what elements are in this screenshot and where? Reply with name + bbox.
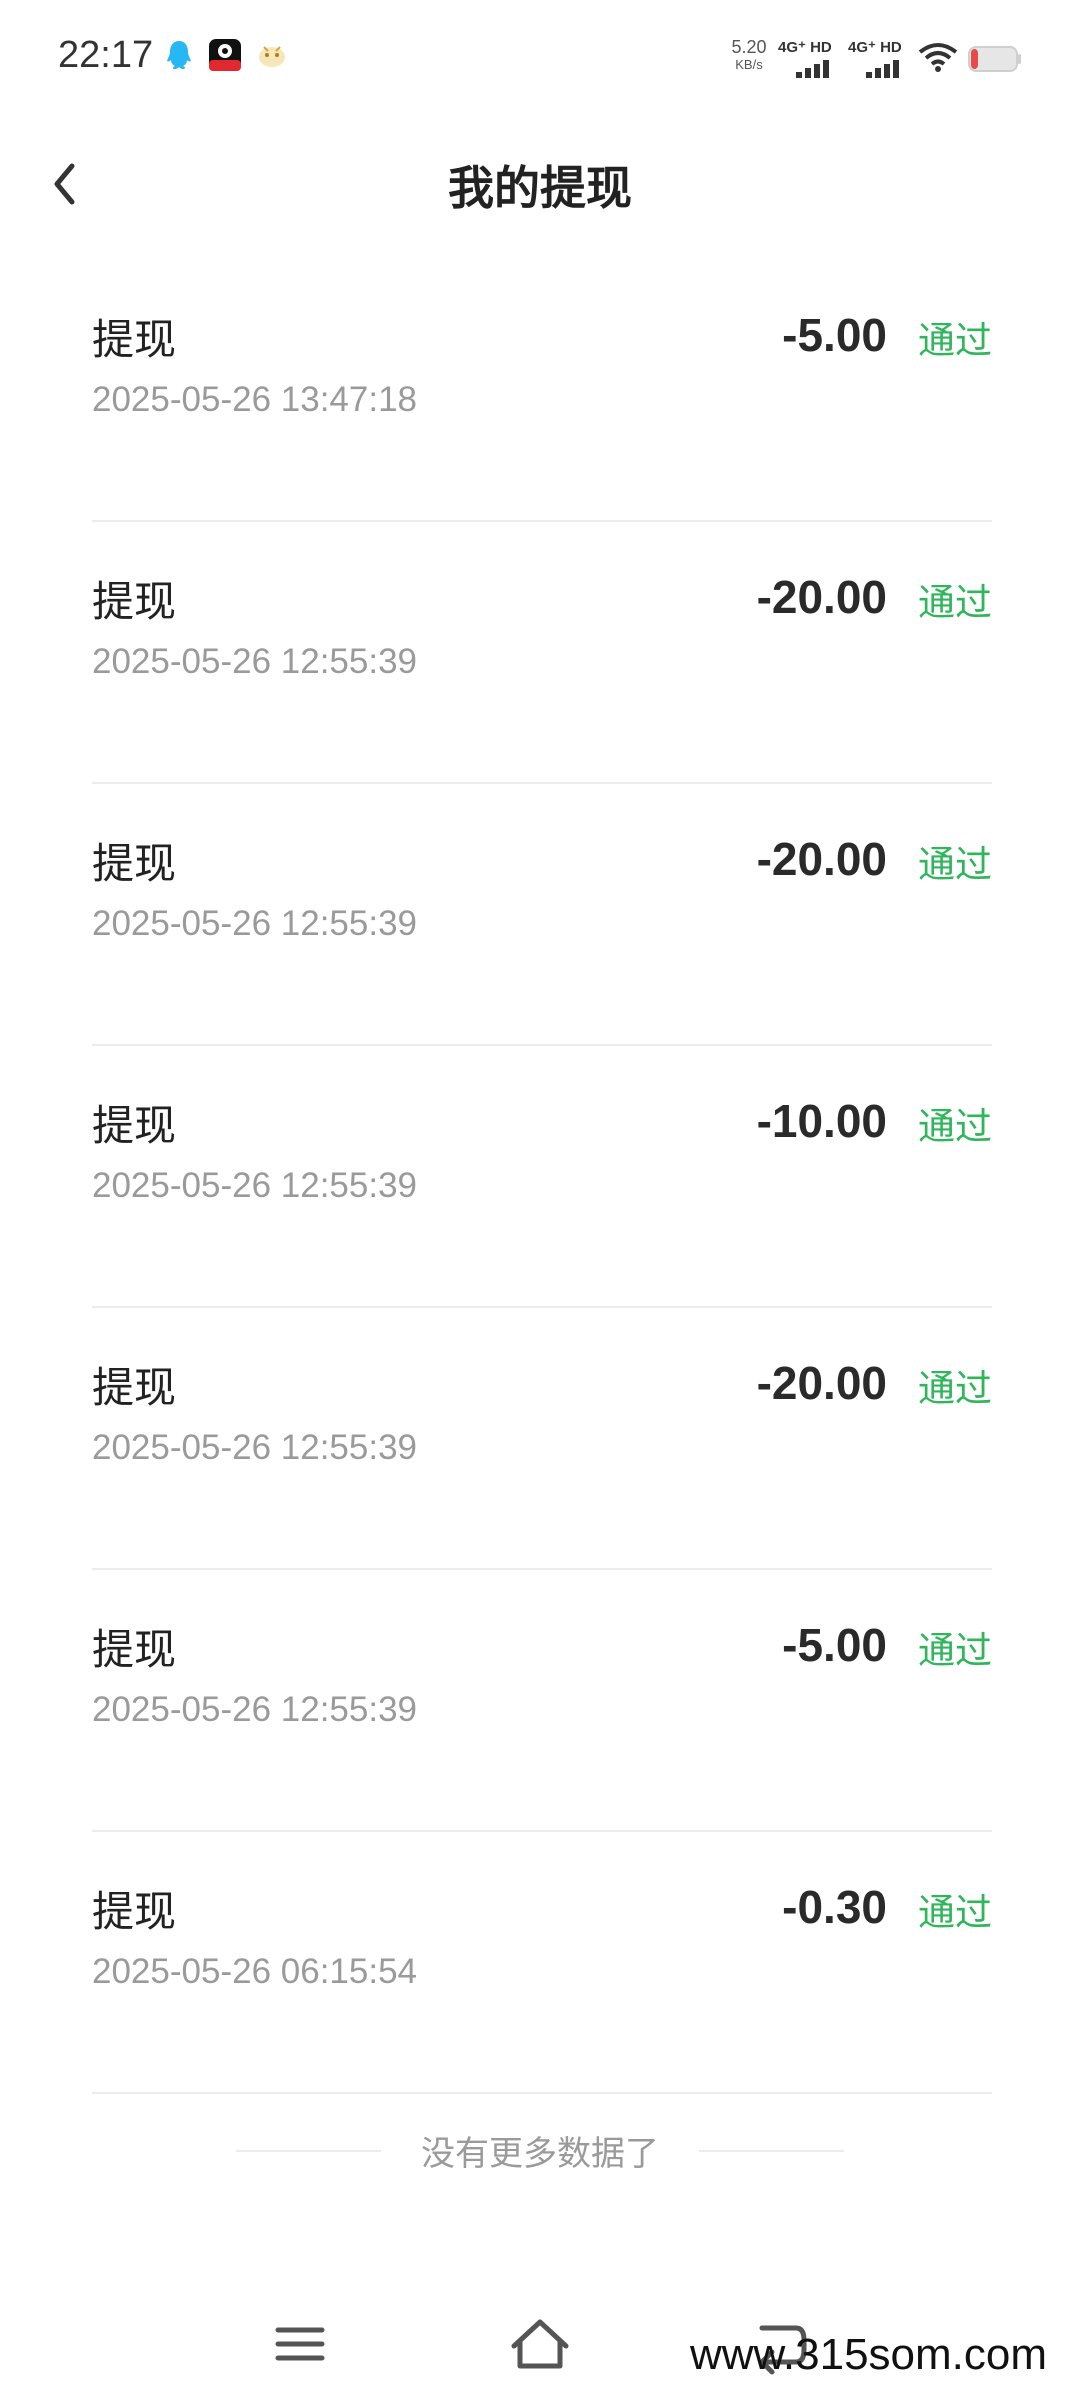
home-button[interactable] [500,2310,580,2380]
status-badge: 通过 [918,581,992,624]
app-icon-2 [255,38,289,72]
network-speed: 5.20 KB/s [726,38,772,71]
network-speed-unit: KB/s [735,57,763,72]
network-speed-value: 5.20 [731,37,767,57]
item-date: 2025-05-26 12:55:39 [92,1166,417,1205]
watermark-text: www.315som.com [690,2330,1048,2379]
list-item[interactable]: 提现 2025-05-26 06:15:54 -0.30 通过 [92,1832,992,2094]
list-item[interactable]: 提现 2025-05-26 13:47:18 -5.00 通过 [92,260,992,522]
item-date: 2025-05-26 12:55:39 [92,642,417,681]
signal-label: 4G⁺ HD [848,39,902,56]
list-item[interactable]: 提现 2025-05-26 12:55:39 -5.00 通过 [92,1570,992,1832]
battery-icon [968,46,1022,72]
item-date: 2025-05-26 12:55:39 [92,1690,417,1729]
app-header: 我的提现 [0,120,1080,250]
item-amount: -20.00 [756,833,887,885]
list-end-hint: 没有更多数据了 [236,2112,844,2192]
signal-icon: 4G⁺ HD [778,38,842,78]
status-badge: 通过 [918,1367,992,1410]
item-title: 提现 [92,1625,177,1674]
list-item[interactable]: 提现 2025-05-26 12:55:39 -20.00 通过 [92,1308,992,1570]
status-badge: 通过 [918,1891,992,1934]
list-item[interactable]: 提现 2025-05-26 12:55:39 -20.00 通过 [92,522,992,784]
wifi-icon [918,42,958,72]
withdrawal-list: 提现 2025-05-26 13:47:18 -5.00 通过 提现 2025-… [92,260,992,2094]
item-amount: -5.00 [782,309,887,361]
page-title: 我的提现 [448,161,632,215]
item-title: 提现 [92,577,177,626]
item-amount: -20.00 [756,571,887,623]
qq-icon [162,38,196,72]
menu-icon [275,2327,325,2361]
item-amount: -10.00 [756,1095,887,1147]
signal-icon: 4G⁺ HD [848,38,912,78]
status-badge: 通过 [918,319,992,362]
status-badge: 通过 [918,1105,992,1148]
list-item[interactable]: 提现 2025-05-26 12:55:39 -20.00 通过 [92,784,992,1046]
list-item[interactable]: 提现 2025-05-26 12:55:39 -10.00 通过 [92,1046,992,1308]
item-title: 提现 [92,1363,177,1412]
menu-button[interactable] [260,2310,340,2380]
status-badge: 通过 [918,843,992,886]
item-title: 提现 [92,1101,177,1150]
item-amount: -5.00 [782,1619,887,1671]
home-icon [511,2319,569,2369]
item-title: 提现 [92,315,177,364]
item-title: 提现 [92,1887,177,1936]
app-icon [208,38,242,72]
item-amount: -0.30 [782,1881,887,1933]
signal-label: 4G⁺ HD [778,39,832,56]
item-title: 提现 [92,839,177,888]
status-badge: 通过 [918,1629,992,1672]
item-date: 2025-05-26 12:55:39 [92,904,417,943]
item-amount: -20.00 [756,1357,887,1409]
item-date: 2025-05-26 12:55:39 [92,1428,417,1467]
divider [699,2150,844,2152]
item-date: 2025-05-26 06:15:54 [92,1952,417,1991]
status-bar: 22:17 5.20 KB/s 4G⁺ HD 4G⁺ HD [0,0,1080,120]
status-time: 22:17 [58,34,154,76]
item-date: 2025-05-26 13:47:18 [92,380,417,419]
